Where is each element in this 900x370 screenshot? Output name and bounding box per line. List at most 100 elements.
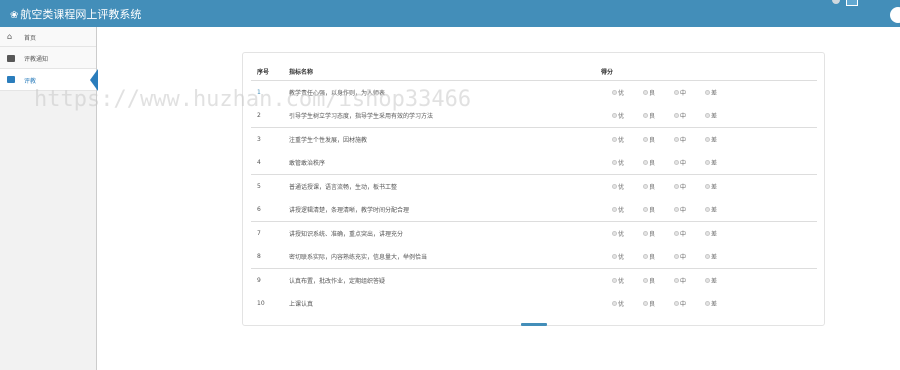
score-option-radio[interactable]: 良 [643, 252, 674, 261]
score-option-radio[interactable]: 优 [612, 276, 643, 285]
radio-circle-icon[interactable] [674, 277, 679, 283]
score-option-radio[interactable]: 良 [643, 88, 674, 97]
score-option-radio[interactable]: 差 [705, 182, 736, 191]
score-option-radio[interactable]: 良 [643, 276, 674, 285]
sidebar-item-notice[interactable]: 评教通知 [0, 47, 96, 69]
score-option-label: 差 [711, 136, 718, 144]
score-option-radio[interactable]: 良 [643, 299, 674, 308]
score-option-radio[interactable]: 优 [612, 182, 643, 191]
message-icon[interactable] [846, 0, 858, 6]
score-option-radio[interactable]: 中 [674, 135, 705, 144]
score-option-radio[interactable]: 优 [612, 158, 643, 167]
submit-button[interactable] [521, 323, 547, 326]
score-option-radio[interactable]: 中 [674, 276, 705, 285]
radio-circle-icon[interactable] [612, 136, 617, 142]
score-option-radio[interactable]: 优 [612, 205, 643, 214]
radio-circle-icon[interactable] [705, 136, 710, 142]
radio-circle-icon[interactable] [643, 112, 648, 118]
radio-circle-icon[interactable] [612, 159, 617, 165]
score-option-radio[interactable]: 优 [612, 229, 643, 238]
radio-circle-icon[interactable] [643, 136, 648, 142]
radio-circle-icon[interactable] [674, 136, 679, 142]
score-option-radio[interactable]: 良 [643, 135, 674, 144]
radio-circle-icon[interactable] [705, 159, 710, 165]
score-option-label: 良 [649, 136, 656, 144]
score-option-radio[interactable]: 良 [643, 229, 674, 238]
radio-circle-icon[interactable] [674, 89, 679, 95]
score-option-radio[interactable]: 差 [705, 252, 736, 261]
score-option-radio[interactable]: 差 [705, 158, 736, 167]
radio-circle-icon[interactable] [643, 277, 648, 283]
score-option-label: 优 [618, 300, 625, 308]
score-option-radio[interactable]: 差 [705, 299, 736, 308]
radio-circle-icon[interactable] [643, 159, 648, 165]
score-option-radio[interactable]: 优 [612, 111, 643, 120]
score-option-radio[interactable]: 中 [674, 111, 705, 120]
radio-circle-icon[interactable] [612, 89, 617, 95]
score-option-radio[interactable]: 差 [705, 276, 736, 285]
radio-circle-icon[interactable] [612, 300, 617, 306]
radio-circle-icon[interactable] [674, 206, 679, 212]
radio-circle-icon[interactable] [674, 112, 679, 118]
radio-circle-icon[interactable] [674, 253, 679, 259]
radio-circle-icon[interactable] [643, 253, 648, 259]
radio-group: 优良中差 [601, 276, 817, 285]
score-option-label: 良 [649, 230, 656, 238]
radio-circle-icon[interactable] [705, 112, 710, 118]
score-option-radio[interactable]: 中 [674, 229, 705, 238]
score-option-radio[interactable]: 中 [674, 205, 705, 214]
radio-circle-icon[interactable] [674, 230, 679, 236]
score-option-radio[interactable]: 中 [674, 88, 705, 97]
radio-circle-icon[interactable] [705, 89, 710, 95]
score-option-radio[interactable]: 差 [705, 135, 736, 144]
radio-circle-icon[interactable] [612, 112, 617, 118]
radio-circle-icon[interactable] [612, 277, 617, 283]
radio-circle-icon[interactable] [705, 183, 710, 189]
score-option-radio[interactable]: 优 [612, 88, 643, 97]
score-option-radio[interactable]: 差 [705, 88, 736, 97]
score-option-radio[interactable]: 中 [674, 182, 705, 191]
radio-circle-icon[interactable] [705, 300, 710, 306]
radio-circle-icon[interactable] [612, 206, 617, 212]
score-option-radio[interactable]: 差 [705, 229, 736, 238]
radio-circle-icon[interactable] [612, 253, 617, 259]
app-brand[interactable]: ❀ 航空类课程网上评教系统 [10, 6, 141, 22]
radio-circle-icon[interactable] [643, 89, 648, 95]
sidebar: ⌂ 首页 评教通知 评教 [0, 27, 98, 370]
score-option-radio[interactable]: 良 [643, 182, 674, 191]
sidebar-item-home[interactable]: ⌂ 首页 [0, 27, 96, 47]
score-option-radio[interactable]: 良 [643, 111, 674, 120]
radio-circle-icon[interactable] [612, 230, 617, 236]
radio-circle-icon[interactable] [643, 230, 648, 236]
score-option-radio[interactable]: 良 [643, 205, 674, 214]
radio-circle-icon[interactable] [643, 183, 648, 189]
user-menu-icon[interactable] [890, 7, 900, 23]
radio-circle-icon[interactable] [705, 206, 710, 212]
radio-circle-icon[interactable] [643, 206, 648, 212]
score-option-label: 中 [680, 206, 687, 214]
score-option-radio[interactable]: 差 [705, 111, 736, 120]
score-option-radio[interactable]: 中 [674, 158, 705, 167]
user-avatar-icon[interactable] [832, 0, 840, 4]
score-option-radio[interactable]: 中 [674, 252, 705, 261]
radio-group: 优良中差 [601, 182, 817, 191]
radio-circle-icon[interactable] [643, 300, 648, 306]
radio-circle-icon[interactable] [674, 183, 679, 189]
radio-circle-icon[interactable] [705, 253, 710, 259]
score-option-radio[interactable]: 优 [612, 135, 643, 144]
radio-circle-icon[interactable] [674, 159, 679, 165]
radio-circle-icon[interactable] [612, 183, 617, 189]
table-body: 1 教学责任心强，以身作则，为人师表优良中差 2 引导学生树立学习态度，指导学生采用有… [251, 80, 817, 315]
score-option-radio[interactable]: 差 [705, 205, 736, 214]
row-number-text: 1 [257, 88, 261, 96]
radio-circle-icon[interactable] [705, 230, 710, 236]
score-option-radio[interactable]: 中 [674, 299, 705, 308]
score-option-radio[interactable]: 优 [612, 252, 643, 261]
radio-circle-icon[interactable] [705, 277, 710, 283]
radio-circle-icon[interactable] [674, 300, 679, 306]
score-option-radio[interactable]: 优 [612, 299, 643, 308]
folder-icon [7, 55, 15, 62]
table-row: 3 注重学生个性发展，因材施教 优 良 中 差 [251, 126, 817, 151]
score-option-radio[interactable]: 良 [643, 158, 674, 167]
sidebar-item-evaluate[interactable]: 评教 [0, 69, 98, 91]
